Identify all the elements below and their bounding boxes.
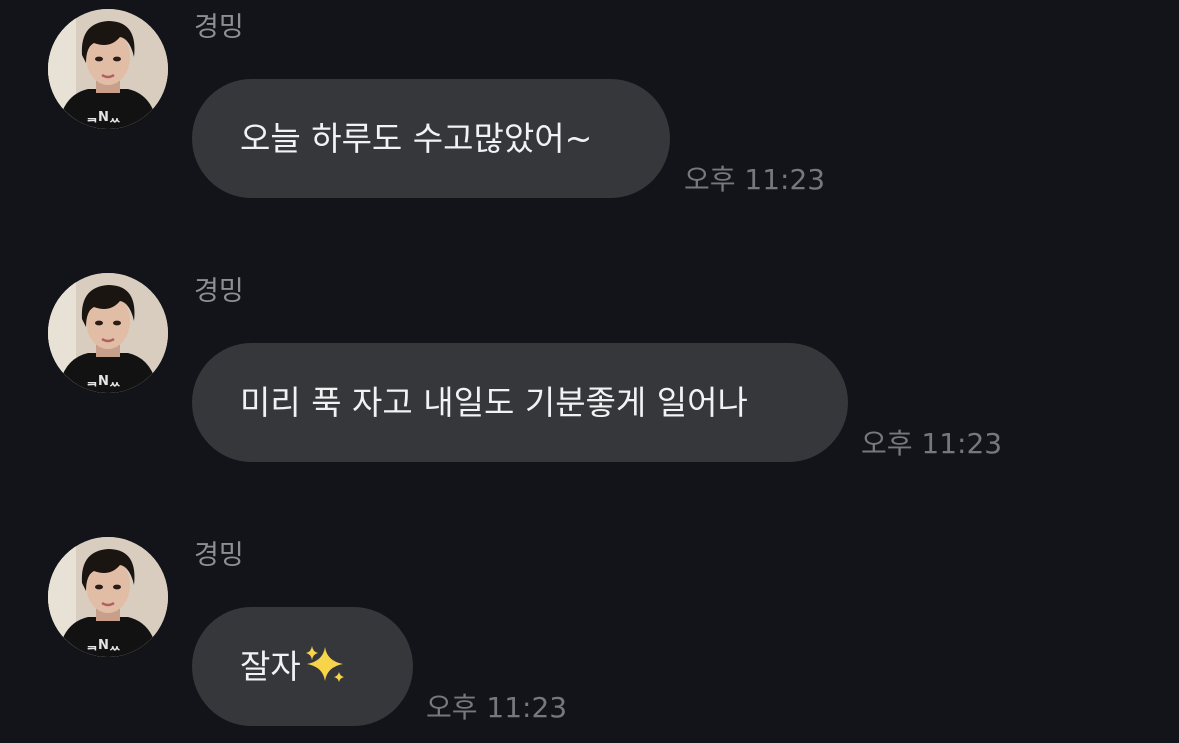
sender-avatar[interactable]: ᆿNᆻ	[48, 9, 168, 129]
sender-name: 경밍	[194, 540, 244, 571]
message-text: 잘자	[240, 647, 301, 686]
message-text: 오늘 하루도 수고많았어~	[240, 119, 593, 158]
sender-avatar[interactable]: ᆿNᆻ	[48, 273, 168, 393]
sender-name: 경밍	[194, 276, 244, 307]
chat-message: ᆿNᆻ 경밍 잘자 오후 11:23	[0, 528, 1179, 743]
chat-message: ᆿNᆻ 경밍 오늘 하루도 수고많았어~ 오후 11:23	[0, 0, 1179, 210]
message-bubble[interactable]: 미리 푹 자고 내일도 기분좋게 일어나	[192, 343, 848, 462]
svg-text:ᆿNᆻ: ᆿNᆻ	[86, 110, 121, 125]
svg-text:ᆿNᆻ: ᆿNᆻ	[86, 374, 121, 389]
sparkles-icon	[303, 613, 347, 732]
chat-thread: ᆿNᆻ 경밍 오늘 하루도 수고많았어~ 오후 11:23 ᆿNᆻ 경밍 미리 …	[0, 0, 1179, 743]
message-timestamp: 오후 11:23	[861, 427, 1003, 460]
profile-photo-avatar: ᆿNᆻ	[48, 273, 168, 393]
sender-avatar[interactable]: ᆿNᆻ	[48, 537, 168, 657]
chat-message: ᆿNᆻ 경밍 미리 푹 자고 내일도 기분좋게 일어나 오후 11:23	[0, 264, 1179, 474]
profile-photo-avatar: ᆿNᆻ	[48, 9, 168, 129]
message-timestamp: 오후 11:23	[426, 691, 568, 724]
message-bubble[interactable]: 오늘 하루도 수고많았어~	[192, 79, 670, 198]
message-timestamp: 오후 11:23	[684, 163, 826, 196]
svg-text:ᆿNᆻ: ᆿNᆻ	[86, 638, 121, 653]
message-bubble[interactable]: 잘자	[192, 607, 413, 726]
profile-photo-avatar: ᆿNᆻ	[48, 537, 168, 657]
message-text: 미리 푹 자고 내일도 기분좋게 일어나	[240, 383, 748, 422]
sender-name: 경밍	[194, 12, 244, 43]
